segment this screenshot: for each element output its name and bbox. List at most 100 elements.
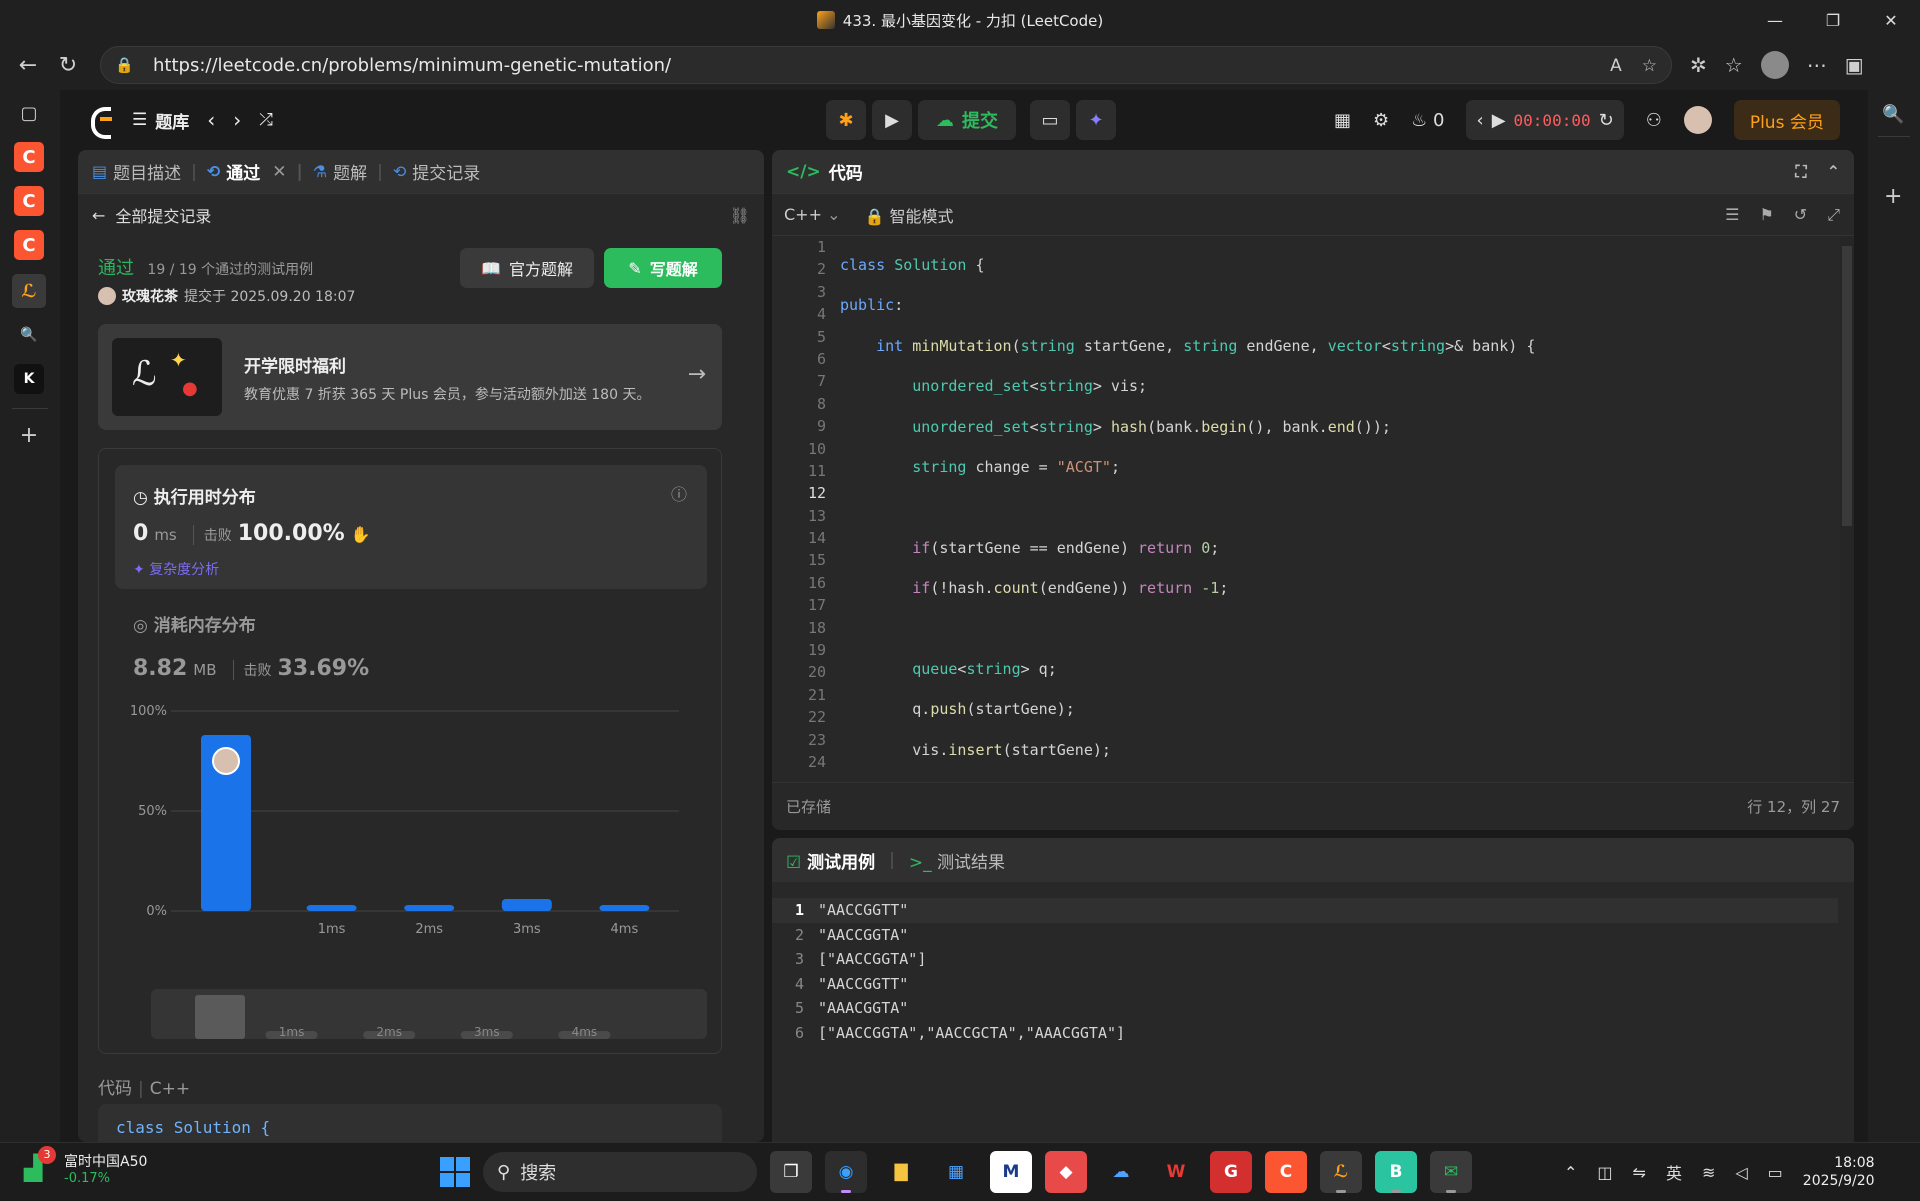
favorite-star-icon[interactable]: ☆ [1642, 56, 1657, 76]
prev-problem-icon[interactable]: ‹ [207, 108, 215, 132]
testcase-editor[interactable]: 1 "AACCGGTT" 2 "AACCGGTA" 3 ["AACCGGTA"] 4 "AAC… [772, 898, 1838, 1045]
g-app-icon[interactable]: G [1210, 1151, 1252, 1193]
runtime-card[interactable]: ◷ 执行用时分布 ⓘ 0 ms 击败 100.00% ✋ ✦ 复杂度分析 [115, 465, 707, 589]
chevron-left-icon[interactable]: ‹ [1476, 110, 1483, 131]
testcase-line[interactable]: 3 ["AACCGGTA"] [772, 947, 1838, 972]
file-explorer-icon[interactable]: ▇ [880, 1151, 922, 1193]
tab-description[interactable]: ▤ 题目描述 | [92, 159, 197, 185]
chevron-up-icon[interactable]: ⌃ [1564, 1163, 1577, 1182]
testcase-line[interactable]: 4 "AACCGGTT" [772, 972, 1838, 997]
username[interactable]: 玫瑰花茶 [122, 286, 178, 306]
tabs-icon[interactable]: ▢ [14, 98, 44, 128]
leetcode-logo[interactable] [88, 105, 114, 139]
testcase-line[interactable]: 5 "AAACGGTA" [772, 996, 1838, 1021]
favorites-icon[interactable]: ☆ [1725, 53, 1743, 77]
huawei-icon[interactable]: ◆ [1045, 1151, 1087, 1193]
all-submissions-link[interactable]: 全部提交记录 [115, 203, 211, 227]
chart-range-slider[interactable]: 1ms 2ms 3ms 4ms [151, 989, 707, 1039]
scroll-thumb[interactable] [1842, 246, 1852, 526]
read-aloud-icon[interactable]: A [1610, 56, 1622, 76]
tab-accepted[interactable]: ⟲ 通过 ✕ | [207, 159, 303, 185]
code-editor[interactable]: 1 2 3 4 5 6 7 8 9 10 11 12 13 14 15 16 17 18 19 20 21 22 23 24 … [772, 236, 1854, 782]
clock[interactable]: 18:08 2025/9/20 [1803, 1154, 1875, 1190]
streak-counter[interactable]: ♨ 0 [1411, 110, 1444, 131]
link-icon[interactable]: ⛓ [730, 206, 750, 225]
tray-app-icon[interactable]: ◫ [1597, 1163, 1612, 1182]
expand-icon[interactable]: ⤢ [1827, 205, 1840, 225]
reset-code-icon[interactable]: ↺ [1794, 205, 1807, 225]
timer[interactable]: ‹ ▶ 00:00:00 ↻ [1466, 100, 1624, 140]
battery-icon[interactable]: ▭ [1768, 1163, 1783, 1182]
play-icon[interactable]: ▶ [1492, 110, 1506, 131]
format-icon[interactable]: ☰ [1725, 205, 1739, 225]
memory-card[interactable]: ◎ 消耗内存分布 8.82 MB 击败 33.69% [133, 611, 369, 681]
task-view-icon[interactable]: ❐ [770, 1151, 812, 1193]
ai-button[interactable]: ✦ [1076, 100, 1116, 140]
leetcode-app-icon[interactable]: ℒ [1320, 1151, 1362, 1193]
testcase-line[interactable]: 1 "AACCGGTT" [772, 898, 1838, 923]
arrow-right-icon[interactable]: → [688, 362, 706, 387]
problem-list-link[interactable]: 题库 [155, 108, 189, 133]
plus-member-button[interactable]: Plus 会员 [1733, 100, 1840, 140]
tab-leetcode[interactable]: ℒ [12, 274, 46, 308]
avatar[interactable] [98, 287, 116, 305]
reset-icon[interactable]: ↻ [1599, 110, 1614, 131]
code-lines[interactable]: class Solution { public: int minMutation… [840, 236, 1535, 782]
close-button[interactable]: ✕ [1862, 0, 1920, 40]
layout-icon[interactable]: ▦ [1334, 110, 1351, 131]
add-friend-icon[interactable]: ⚇ [1646, 110, 1662, 131]
note-button[interactable]: ▭ [1030, 100, 1070, 140]
next-problem-icon[interactable]: › [233, 108, 241, 132]
info-icon[interactable]: ⓘ [671, 481, 687, 505]
taskbar-search[interactable]: ⚲ 搜索 [483, 1152, 757, 1192]
bit-icon[interactable]: B [1375, 1151, 1417, 1193]
bookmark-icon[interactable]: ⚑ [1759, 205, 1773, 225]
app-icon[interactable]: M [990, 1151, 1032, 1193]
official-solution-button[interactable]: 📖 官方题解 [460, 248, 594, 288]
run-button[interactable]: ▶ [872, 100, 912, 140]
testcase-line[interactable]: 2 "AACCGGTA" [772, 923, 1838, 948]
tab-test-result[interactable]: >_ 测试结果 [909, 848, 1005, 873]
minimize-button[interactable]: — [1746, 0, 1804, 40]
close-tab-icon[interactable]: ✕ [272, 162, 286, 182]
extensions-icon[interactable]: ✲ [1690, 53, 1707, 77]
user-avatar[interactable] [1683, 106, 1712, 134]
more-icon[interactable]: ⋯ [1807, 53, 1827, 77]
runtime-distribution-chart[interactable]: 0% 50% 100% 1ms 2ms 3ms 4ms [119, 699, 703, 979]
edge-icon[interactable]: ◉ [825, 1151, 867, 1193]
bar[interactable] [306, 905, 357, 911]
sidebar-toggle-icon[interactable]: ▣ [1845, 53, 1864, 77]
tab-submissions[interactable]: ⟲ 提交记录 [393, 159, 480, 184]
settings-icon[interactable]: ⇋ [1633, 1163, 1646, 1182]
promo-banner[interactable]: ℒ ✦ ● 开学限时福利 教育优惠 7 折获 365 天 Plus 会员，参与活… [98, 324, 722, 430]
csdn-icon[interactable]: C [1265, 1151, 1307, 1193]
maximize-button[interactable]: ❐ [1804, 0, 1862, 40]
add-tab-icon[interactable]: + [14, 420, 44, 450]
tab-testcase[interactable]: ☑ 测试用例 [786, 848, 875, 873]
fullscreen-icon[interactable]: ⛶ [1795, 162, 1806, 182]
bar[interactable] [404, 905, 455, 911]
debug-button[interactable]: ✱ [826, 100, 866, 140]
list-icon[interactable]: ☰ [132, 110, 147, 130]
bar[interactable] [599, 905, 650, 911]
testcase-line[interactable]: 6 ["AACCGGTA","AACCGCTA","AAACGGTA"] [772, 1021, 1838, 1046]
cloud-icon[interactable]: ☁ [1100, 1151, 1142, 1193]
write-solution-button[interactable]: ✎ 写题解 [604, 248, 722, 288]
tab-csdn-3[interactable]: C [14, 230, 44, 260]
search-icon[interactable]: 🔍 [14, 320, 44, 350]
smart-mode-toggle[interactable]: 🔒 智能模式 [864, 203, 953, 227]
tab-k-app[interactable]: K [14, 364, 44, 394]
settings-gear-icon[interactable]: ⚙ [1373, 110, 1389, 131]
editor-scrollbar[interactable] [1840, 236, 1854, 782]
tab-solutions[interactable]: ⚗ 题解 | [313, 159, 383, 185]
submit-button[interactable]: ☁ 提交 [918, 100, 1016, 140]
tab-csdn-2[interactable]: C [14, 186, 44, 216]
stock-widget[interactable]: ▟ 3 富时中国A50 -0.17% [24, 1145, 147, 1186]
search-icon[interactable]: 🔍 [1882, 104, 1904, 125]
tab-csdn-1[interactable]: C [14, 142, 44, 172]
bar[interactable] [501, 899, 552, 911]
wps-icon[interactable]: W [1155, 1151, 1197, 1193]
ime-indicator[interactable]: 英 [1666, 1160, 1682, 1184]
address-bar[interactable]: 🔒 https://leetcode.cn/problems/minimum-g… [100, 46, 1672, 84]
lock-icon[interactable]: 🔒 [115, 56, 135, 74]
